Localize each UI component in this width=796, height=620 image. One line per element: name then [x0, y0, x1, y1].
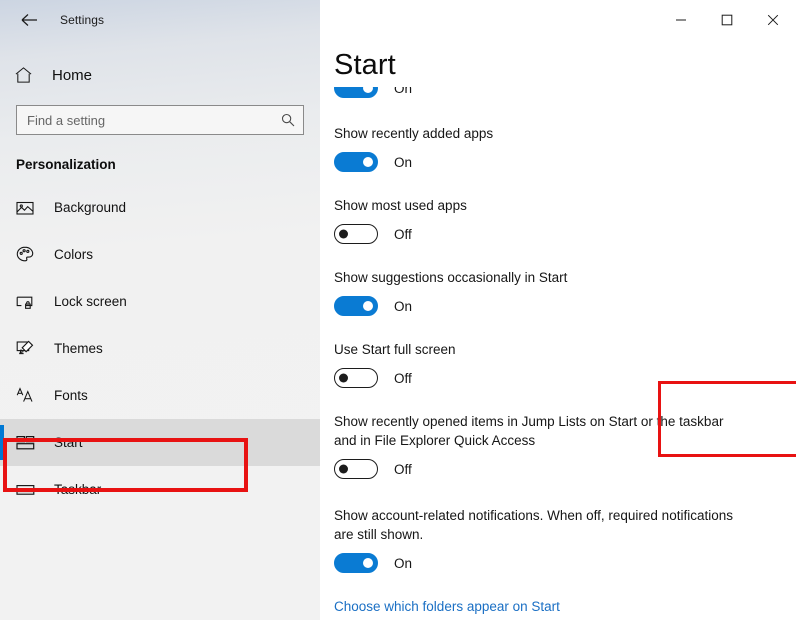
choose-folders-link[interactable]: Choose which folders appear on Start — [334, 599, 560, 614]
toggle-state-label: On — [394, 154, 413, 170]
setting-label: Show suggestions occasionally in Start — [334, 270, 568, 285]
sidebar-item-lock-screen[interactable]: Lock screen — [0, 278, 320, 325]
toggle-switch[interactable] — [334, 296, 378, 316]
sidebar-item-fonts[interactable]: Fonts — [0, 372, 320, 419]
page-title: Start — [334, 47, 410, 83]
sidebar-item-label: Taskbar — [54, 482, 102, 497]
toggle-switch[interactable] — [334, 368, 378, 388]
main-panel: On Start Show recently added apps On Sho… — [320, 0, 796, 620]
toggle-state-label: Off — [394, 370, 412, 386]
window-controls — [658, 0, 796, 40]
toggle-row[interactable]: On — [334, 553, 782, 573]
search-box[interactable] — [16, 105, 304, 135]
home-label: Home — [52, 66, 93, 84]
back-arrow-icon[interactable] — [12, 5, 46, 35]
setting-use-start-full-screen: Use Start full screen Off — [334, 340, 782, 388]
sidebar: Settings Home Perso — [0, 0, 320, 620]
sidebar-item-label: Start — [54, 435, 83, 450]
setting-show-recently-added-apps: Show recently added apps On — [334, 124, 782, 172]
toggle-row[interactable]: On — [334, 296, 782, 316]
palette-icon — [16, 246, 42, 263]
toggle-state-label: On — [394, 555, 413, 571]
setting-show-account-notifications: Show account-related notifications. When… — [334, 506, 782, 573]
toggle-state-label: Off — [394, 461, 412, 477]
setting-label: Use Start full screen — [334, 342, 456, 357]
sidebar-item-label: Fonts — [54, 388, 88, 403]
minimize-icon[interactable] — [658, 0, 704, 40]
sidebar-item-taskbar[interactable]: Taskbar — [0, 466, 320, 513]
start-tiles-icon — [16, 435, 42, 451]
picture-icon — [16, 200, 42, 216]
setting-label: Show recently added apps — [334, 126, 494, 141]
app-title: Settings — [60, 13, 105, 27]
toggle-switch[interactable] — [334, 459, 378, 479]
home-icon — [14, 66, 44, 84]
toggle-row[interactable]: On — [334, 152, 782, 172]
fonts-icon — [16, 387, 42, 404]
sidebar-item-label: Lock screen — [54, 294, 127, 309]
sidebar-item-colors[interactable]: Colors — [0, 231, 320, 278]
toggle-switch[interactable] — [334, 224, 378, 244]
taskbar-icon — [16, 483, 42, 497]
setting-show-suggestions: Show suggestions occasionally in Start O… — [334, 268, 782, 316]
lock-screen-icon — [16, 294, 42, 310]
sidebar-item-label: Colors — [54, 247, 94, 262]
sidebar-section-title: Personalization — [16, 157, 116, 172]
settings-scroll-area: Show recently added apps On Show most us… — [334, 124, 782, 616]
link-container: Choose which folders appear on Start — [334, 598, 782, 616]
toggle-state-label: Off — [394, 226, 412, 242]
search-icon — [281, 113, 295, 127]
settings-content: On Start Show recently added apps On Sho… — [320, 0, 796, 620]
toggle-switch[interactable] — [334, 152, 378, 172]
brush-icon — [16, 340, 42, 357]
title-bar-left: Settings — [0, 0, 320, 40]
sidebar-item-background[interactable]: Background — [0, 184, 320, 231]
sidebar-item-home[interactable]: Home — [0, 57, 320, 93]
toggle-row[interactable]: Off — [334, 459, 782, 479]
toggle-row[interactable]: Off — [334, 224, 782, 244]
toggle-switch[interactable] — [334, 553, 378, 573]
sidebar-item-label: Themes — [54, 341, 103, 356]
setting-label: Show most used apps — [334, 198, 467, 213]
setting-label: Show recently opened items in Jump Lists… — [334, 414, 724, 448]
setting-show-recently-opened-items: Show recently opened items in Jump Lists… — [334, 412, 782, 479]
search-input[interactable] — [17, 106, 303, 134]
sidebar-nav: Background Colors Lock screen Themes Fon… — [0, 184, 320, 513]
toggle-state-label: On — [394, 298, 413, 314]
toggle-row[interactable]: Off — [334, 368, 782, 388]
setting-show-most-used-apps: Show most used apps Off — [334, 196, 782, 244]
sidebar-item-themes[interactable]: Themes — [0, 325, 320, 372]
setting-label: Show account-related notifications. When… — [334, 508, 733, 542]
sidebar-item-start[interactable]: Start — [0, 419, 320, 466]
close-icon[interactable] — [750, 0, 796, 40]
maximize-icon[interactable] — [704, 0, 750, 40]
settings-window: Settings Home Perso — [0, 0, 796, 620]
sidebar-item-label: Background — [54, 200, 127, 215]
search-container — [0, 105, 320, 135]
